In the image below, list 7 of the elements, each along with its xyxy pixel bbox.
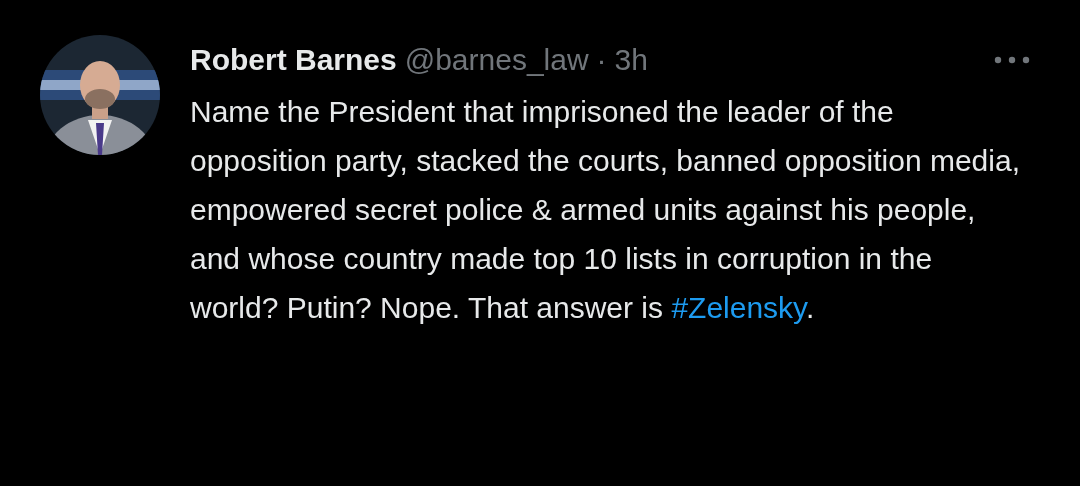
more-icon[interactable] <box>994 56 1030 64</box>
hashtag-link[interactable]: #Zelensky <box>671 291 806 324</box>
author-handle[interactable]: @barnes_law <box>404 43 589 77</box>
tweet-text: Name the President that imprisoned the leader of the opposition party, stacked the courts, banned opposition media, empowered secret police & armed units against his people, and whose country made top 10 lists in corruption in the world? Putin? Nope. That answer is #Zelensky. <box>190 94 1020 326</box>
author-name[interactable]: Robert Barnes <box>190 43 397 77</box>
separator-dot: · <box>596 43 607 77</box>
tweet-time[interactable]: 3h <box>614 43 648 77</box>
